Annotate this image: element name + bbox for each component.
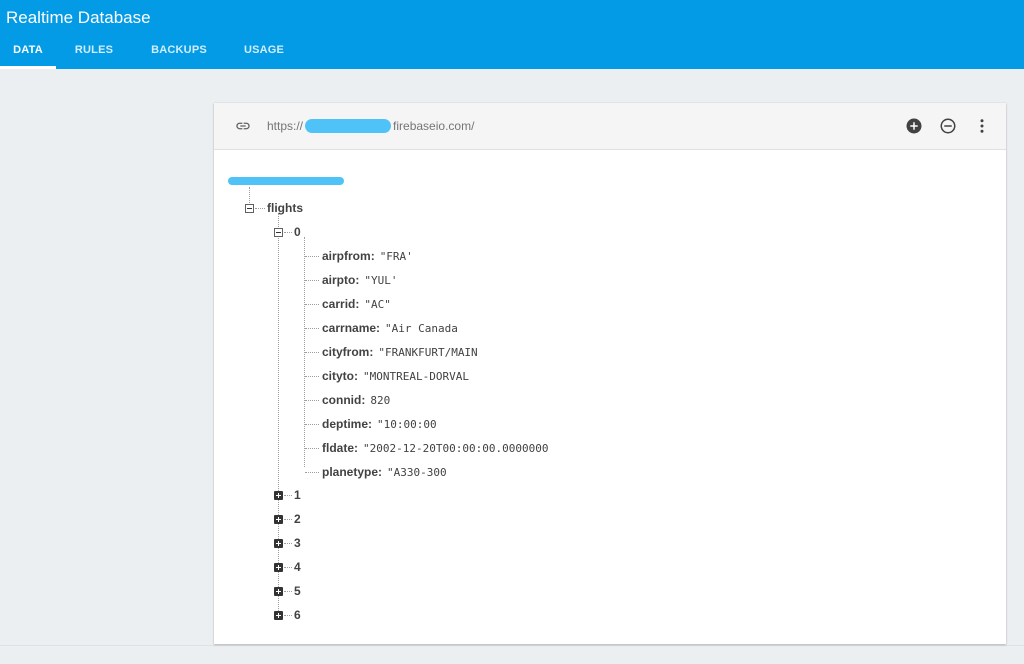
field-row-cityto[interactable]: cityto: "MONTREAL-DORVAL	[322, 369, 469, 385]
field-key: connid	[322, 393, 362, 407]
tab-usage[interactable]: USAGE	[240, 44, 288, 69]
field-row-deptime[interactable]: deptime: "10:00:00	[322, 417, 437, 433]
node-key-1[interactable]: 1	[294, 488, 301, 502]
data-tree: flights 0 airpfrom: "FRA' airpto: "YUL' ca…	[214, 149, 1006, 644]
tree-connector	[284, 543, 292, 544]
tree-connector	[305, 352, 319, 353]
node-key-6[interactable]: 6	[294, 608, 301, 622]
tree-connector	[284, 615, 292, 616]
url-prefix: https://	[267, 119, 304, 133]
active-tab-indicator	[0, 66, 56, 69]
field-key: cityto	[322, 369, 355, 383]
node-key-5[interactable]: 5	[294, 584, 301, 598]
field-value[interactable]: "FRA'	[380, 249, 412, 264]
app-title: Realtime Database	[6, 8, 151, 27]
redacted-root-node	[228, 177, 344, 185]
tree-connector	[249, 187, 250, 205]
field-row-fldate[interactable]: fldate: "2002-12-20T00:00:00.0000000	[322, 441, 548, 457]
field-value[interactable]: "MONTREAL-DORVAL	[363, 369, 469, 384]
expand-node-1-toggle[interactable]	[274, 491, 283, 500]
collapse-flights-toggle[interactable]	[245, 204, 254, 213]
app-header: Realtime Database DATA RULES BACKUPS USA…	[0, 0, 1024, 69]
tree-connector	[284, 232, 292, 233]
tree-connector	[305, 304, 319, 305]
expand-node-6-toggle[interactable]	[274, 611, 283, 620]
remove-circle-icon[interactable]	[939, 117, 957, 135]
tree-connector	[278, 213, 279, 615]
field-value[interactable]: "Air Canada	[385, 321, 458, 336]
field-value[interactable]: "A330-300	[387, 465, 447, 480]
tree-connector	[284, 567, 292, 568]
field-row-airpto[interactable]: airpto: "YUL'	[322, 273, 396, 289]
field-row-carrid[interactable]: carrid: "AC"	[322, 297, 391, 313]
url-suffix: firebaseio.com/	[393, 119, 475, 133]
collapse-node-0-toggle[interactable]	[274, 228, 283, 237]
tree-connector	[305, 448, 319, 449]
expand-node-2-toggle[interactable]	[274, 515, 283, 524]
tree-connector	[284, 495, 292, 496]
field-value[interactable]: "YUL'	[364, 273, 396, 288]
page-divider	[0, 645, 1024, 646]
field-key: deptime	[322, 417, 369, 431]
tab-backups[interactable]: BACKUPS	[148, 44, 210, 69]
node-key-4[interactable]: 4	[294, 560, 301, 574]
link-icon	[236, 122, 250, 130]
field-key: airpto	[322, 273, 356, 287]
tree-connector	[305, 424, 319, 425]
tree-connector	[284, 591, 292, 592]
field-value[interactable]: 820	[370, 393, 390, 408]
field-value[interactable]: "10:00:00	[377, 417, 437, 432]
expand-node-5-toggle[interactable]	[274, 587, 283, 596]
node-key-2[interactable]: 2	[294, 512, 301, 526]
tree-connector	[305, 376, 319, 377]
field-value[interactable]: "2002-12-20T00:00:00.0000000	[363, 441, 548, 456]
tab-rules[interactable]: RULES	[69, 44, 119, 69]
database-url[interactable]: https:// firebaseio.com/	[267, 119, 474, 133]
redacted-project-id	[305, 119, 392, 133]
more-vert-icon[interactable]	[973, 117, 991, 135]
field-value[interactable]: "AC"	[364, 297, 391, 312]
tree-connector	[305, 328, 319, 329]
tree-connector	[284, 519, 292, 520]
field-row-planetype[interactable]: planetype: "A330-300	[322, 465, 447, 481]
node-key-3[interactable]: 3	[294, 536, 301, 550]
expand-node-3-toggle[interactable]	[274, 539, 283, 548]
field-row-cityfrom[interactable]: cityfrom: "FRANKFURT/MAIN	[322, 345, 478, 361]
database-toolbar: https:// firebaseio.com/	[214, 103, 1006, 150]
field-key: cityfrom	[322, 345, 370, 359]
tree-connector	[305, 400, 319, 401]
tree-connector	[305, 256, 319, 257]
field-key: carrid	[322, 297, 356, 311]
add-circle-icon[interactable]	[905, 117, 923, 135]
field-row-connid[interactable]: connid: 820	[322, 393, 390, 409]
field-row-carrname[interactable]: carrname: "Air Canada	[322, 321, 458, 337]
field-key: fldate	[322, 441, 355, 455]
tree-connector	[305, 280, 319, 281]
field-key: airpfrom	[322, 249, 371, 263]
tree-connector	[305, 472, 319, 473]
field-key: carrname	[322, 321, 377, 335]
node-key-flights[interactable]: flights	[267, 201, 303, 215]
node-key-0[interactable]: 0	[294, 225, 301, 239]
field-value[interactable]: "FRANKFURT/MAIN	[378, 345, 477, 360]
expand-node-4-toggle[interactable]	[274, 563, 283, 572]
field-row-airpfrom[interactable]: airpfrom: "FRA'	[322, 249, 412, 265]
tree-connector	[255, 208, 265, 209]
field-key: planetype	[322, 465, 379, 479]
database-card: https:// firebaseio.com/ flights 0 airpfr…	[214, 103, 1006, 644]
